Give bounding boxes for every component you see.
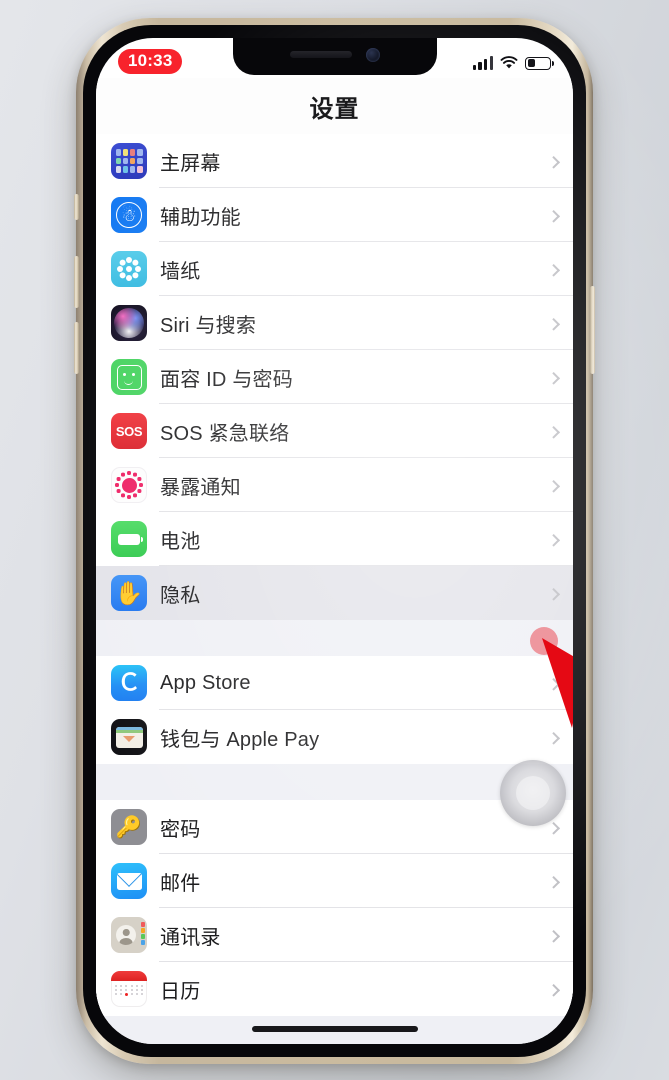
- chevron-right-icon: [547, 425, 561, 439]
- settings-group: 主屏幕 ☃ 辅助功能 墙纸 Siri 与搜索 面容 ID 与密码 SOS SOS…: [96, 134, 573, 620]
- settings-row-label: SOS 紧急联络: [160, 422, 290, 445]
- chevron-right-icon: [547, 983, 561, 997]
- settings-row-label: 邮件: [160, 872, 201, 895]
- settings-row-label: 通讯录: [160, 926, 221, 949]
- settings-row-wallet[interactable]: 钱包与 Apple Pay: [96, 710, 573, 764]
- settings-row-label: Siri 与搜索: [160, 314, 257, 337]
- settings-row-label: 面容 ID 与密码: [160, 368, 293, 391]
- settings-row-mail[interactable]: 邮件: [96, 854, 573, 908]
- battery-fill: [527, 59, 536, 67]
- chevron-right-icon: [547, 587, 561, 601]
- volume-down-button[interactable]: [74, 322, 79, 374]
- settings-row-emergency-sos[interactable]: SOS SOS 紧急联络: [96, 404, 573, 458]
- settings-row-app-store[interactable]: Ｃ App Store: [96, 656, 573, 710]
- page-title: 设置: [309, 95, 360, 123]
- chevron-right-icon: [547, 875, 561, 889]
- chevron-right-icon: [547, 731, 561, 745]
- settings-row-label: 主屏幕: [160, 152, 221, 175]
- settings-row-siri[interactable]: Siri 与搜索: [96, 296, 573, 350]
- chevron-right-icon: [547, 533, 561, 547]
- settings-row-label: 隐私: [160, 584, 201, 607]
- chevron-right-icon: [547, 155, 561, 169]
- settings-row-passwords[interactable]: 🔑 密码: [96, 800, 573, 854]
- iphone-device: 10:33 设置 主屏幕 ☃ 辅助功能 墙纸 Siri 与搜索 面容 ID 与密…: [74, 18, 595, 1064]
- settings-row-label: 日历: [160, 980, 201, 1003]
- chevron-right-icon: [547, 929, 561, 943]
- screen-bezel: 10:33 设置 主屏幕 ☃ 辅助功能 墙纸 Siri 与搜索 面容 ID 与密…: [83, 25, 586, 1057]
- siri-icon: [111, 305, 147, 341]
- chevron-right-icon: [547, 209, 561, 223]
- settings-row-battery[interactable]: 电池: [96, 512, 573, 566]
- contacts-icon: [111, 917, 147, 953]
- settings-group: Ｃ App Store 钱包与 Apple Pay: [96, 656, 573, 764]
- app-store-icon: Ｃ: [111, 665, 147, 701]
- settings-row-label: 暴露通知: [160, 476, 241, 499]
- battery-icon: [525, 56, 554, 70]
- chevron-right-icon: [547, 479, 561, 493]
- speaker-grille-icon: [289, 51, 352, 58]
- group-separator: [96, 620, 573, 656]
- chevron-right-icon: [547, 677, 561, 691]
- settings-row-contacts[interactable]: 通讯录: [96, 908, 573, 962]
- chevron-right-icon: [547, 821, 561, 835]
- cellular-signal-icon: [472, 56, 493, 70]
- settings-row-label: 电池: [160, 530, 201, 553]
- settings-row-label: App Store: [160, 671, 251, 694]
- chevron-right-icon: [547, 263, 561, 277]
- navigation-bar: 设置: [96, 78, 573, 134]
- settings-row-label: 密码: [160, 818, 201, 841]
- accessibility-icon: ☃: [111, 197, 147, 233]
- mail-icon: [111, 863, 147, 899]
- wifi-icon: [500, 55, 518, 68]
- chevron-right-icon: [547, 371, 561, 385]
- face-id-icon: [111, 359, 147, 395]
- volume-up-button[interactable]: [74, 256, 79, 308]
- tap-indicator: [530, 627, 558, 655]
- calendar-icon: [111, 971, 147, 1007]
- settings-group: 🔑 密码 邮件 通讯录 日历: [96, 800, 573, 1016]
- emergency-sos-icon: SOS: [111, 413, 147, 449]
- desk-background: 10:33 设置 主屏幕 ☃ 辅助功能 墙纸 Siri 与搜索 面容 ID 与密…: [0, 0, 669, 1080]
- settings-row-label: 墙纸: [160, 260, 201, 283]
- power-button[interactable]: [590, 286, 595, 374]
- status-icons: [472, 55, 554, 70]
- privacy-icon: ✋: [111, 575, 147, 611]
- wallet-icon: [111, 719, 147, 755]
- display-notch: [232, 38, 437, 75]
- home-screen-icon: [111, 143, 147, 179]
- settings-row-label: 辅助功能: [160, 206, 241, 229]
- settings-row-face-id[interactable]: 面容 ID 与密码: [96, 350, 573, 404]
- settings-row-label: 钱包与 Apple Pay: [160, 728, 320, 751]
- settings-row-calendar[interactable]: 日历: [96, 962, 573, 1016]
- settings-row-accessibility[interactable]: ☃ 辅助功能: [96, 188, 573, 242]
- mute-switch-button[interactable]: [74, 194, 79, 220]
- chevron-right-icon: [547, 317, 561, 331]
- home-indicator[interactable]: [251, 1026, 418, 1032]
- settings-row-wallpaper[interactable]: 墙纸: [96, 242, 573, 296]
- settings-row-exposure-notifications[interactable]: 暴露通知: [96, 458, 573, 512]
- settings-list[interactable]: 主屏幕 ☃ 辅助功能 墙纸 Siri 与搜索 面容 ID 与密码 SOS SOS…: [96, 134, 573, 1044]
- wallpaper-icon: [111, 251, 147, 287]
- screen-recording-time-pill: 10:33: [118, 49, 183, 74]
- passwords-icon: 🔑: [111, 809, 147, 845]
- front-camera-icon: [365, 47, 380, 62]
- exposure-notifications-icon: [111, 467, 147, 503]
- battery-settings-icon: [111, 521, 147, 557]
- iphone-screen: 10:33 设置 主屏幕 ☃ 辅助功能 墙纸 Siri 与搜索 面容 ID 与密…: [96, 38, 573, 1044]
- assistive-touch-button[interactable]: [500, 760, 566, 826]
- settings-row-home-screen[interactable]: 主屏幕: [96, 134, 573, 188]
- settings-row-privacy[interactable]: ✋ 隐私: [96, 566, 573, 620]
